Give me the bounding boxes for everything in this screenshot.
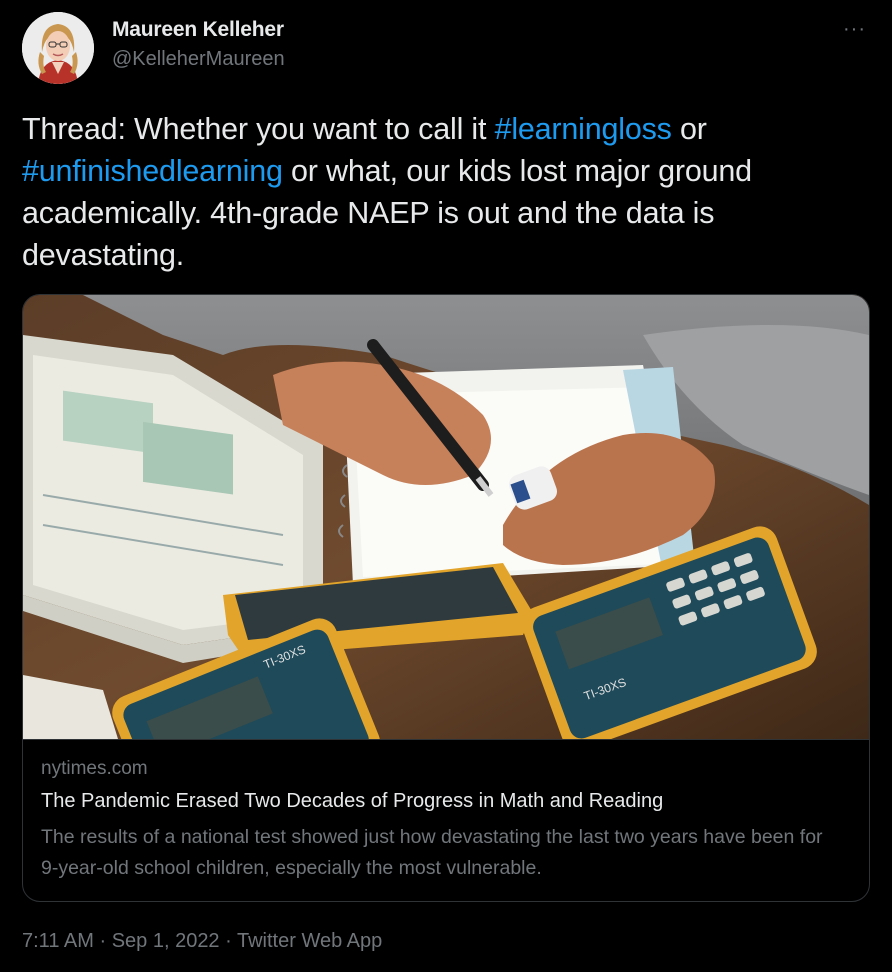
author-names: Maureen Kelleher @KelleherMaureen <box>112 18 285 71</box>
more-options-icon[interactable]: ··· <box>843 18 866 41</box>
meta-separator: · <box>219 930 237 952</box>
card-photo: TI-30XS TI-30XS <box>23 295 869 837</box>
card-description: The results of a national test showed ju… <box>41 826 823 879</box>
link-card[interactable]: TI-30XS TI-30XS nytimes.com The Pandemic… <box>22 294 870 902</box>
tweet-text-intro: Thread: Whether you want to call it <box>22 112 495 146</box>
tweet-source: Twitter Web App <box>236 930 383 952</box>
card-text-block: nytimes.com The Pandemic Erased Two Deca… <box>23 739 869 901</box>
card-title[interactable]: The Pandemic Erased Two Decades of Progr… <box>41 790 663 813</box>
avatar[interactable] <box>22 12 94 84</box>
hashtag-learningloss[interactable]: #learningloss <box>495 112 672 146</box>
avatar-image <box>22 12 94 84</box>
tweet-meta: 7:11 AM · Sep 1, 2022 · Twitter Web App <box>22 930 382 953</box>
hashtag-unfinishedlearning[interactable]: #unfinishedlearning <box>22 154 283 188</box>
card-domain: nytimes.com <box>41 758 148 779</box>
author-handle[interactable]: @KelleherMaureen <box>112 48 285 71</box>
tweet-text-connector: or <box>671 112 707 146</box>
tweet-header: Maureen Kelleher @KelleherMaureen ··· <box>22 12 872 86</box>
tweet-time[interactable]: 7:11 AM <box>22 930 94 952</box>
card-image[interactable]: TI-30XS TI-30XS <box>23 295 869 837</box>
tweet-date[interactable]: Sep 1, 2022 <box>112 930 220 952</box>
meta-separator: · <box>93 930 112 952</box>
tweet-text: Thread: Whether you want to call it #lea… <box>22 108 872 276</box>
author-display-name[interactable]: Maureen Kelleher <box>112 18 285 42</box>
